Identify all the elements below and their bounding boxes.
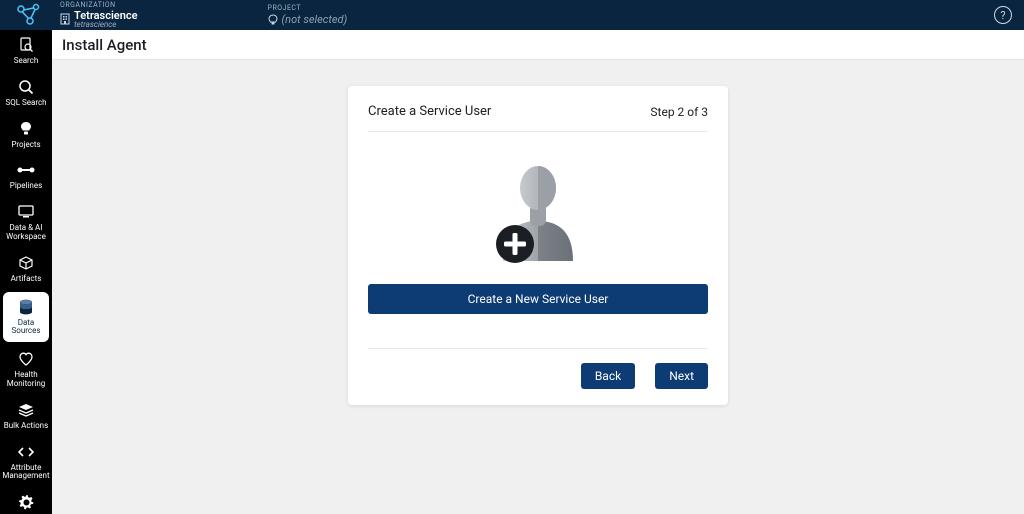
top-bar: ORGANIZATION Tetrascience tetrascience P… [0,0,1024,30]
org-subname: tetrascience [74,21,138,29]
project-label: PROJECT [268,5,348,12]
sidebar-item-attribute-management[interactable]: Attribute Management [0,437,52,488]
heartbeat-icon [18,350,34,368]
sidebar-item-artifacts[interactable]: Artifacts [0,248,52,290]
cube-icon [19,254,33,272]
molecule-icon [16,3,42,27]
sidebar-item-search[interactable]: Search [0,30,52,72]
sidebar-item-data-ai-workspace[interactable]: Data & AI Workspace [0,197,52,248]
wizard-card: Create a Service User Step 2 of 3 [348,86,728,405]
sidebar-item-data-sources[interactable]: Data Sources [3,292,49,343]
document-search-icon [18,36,34,54]
database-icon [19,298,33,316]
code-icon [18,443,34,461]
sidebar-item-projects[interactable]: Projects [0,114,52,156]
bulb-icon [19,120,33,138]
sidebar-item-administration[interactable]: Administration [0,487,52,514]
sidebar-item-health-monitoring[interactable]: Health Monitoring [0,344,52,395]
app-logo[interactable] [6,3,52,27]
page-title: Install Agent [62,36,147,54]
user-add-illustration [483,156,593,266]
help-button[interactable]: ? [994,6,1012,24]
layers-icon [18,401,34,419]
back-button[interactable]: Back [581,363,635,389]
sidebar-item-sql-search[interactable]: SQL Search [0,72,52,114]
step-indicator: Step 2 of 3 [650,105,708,119]
org-label: ORGANIZATION [60,2,138,9]
sidebar-item-bulk-actions[interactable]: Bulk Actions [0,395,52,437]
next-button[interactable]: Next [655,363,708,389]
project-selector[interactable]: PROJECT (not selected) [268,5,348,26]
main-content: Create a Service User Step 2 of 3 [52,60,1024,514]
sidebar-nav: Search SQL Search Projects Pipelines Dat… [0,30,52,514]
create-service-user-button[interactable]: Create a New Service User [368,284,708,314]
building-icon [60,13,70,25]
sidebar-item-pipelines[interactable]: Pipelines [0,155,52,197]
magnify-icon [18,78,34,96]
org-name: Tetrascience [74,10,138,21]
gear-icon [19,493,34,511]
project-value: (not selected) [282,14,348,25]
org-selector[interactable]: ORGANIZATION Tetrascience tetrascience [60,2,138,29]
card-title: Create a Service User [368,104,491,119]
bulb-icon [268,14,278,26]
pipeline-icon [17,161,35,179]
page-header: Install Agent [52,30,1024,60]
monitor-icon [18,203,34,221]
